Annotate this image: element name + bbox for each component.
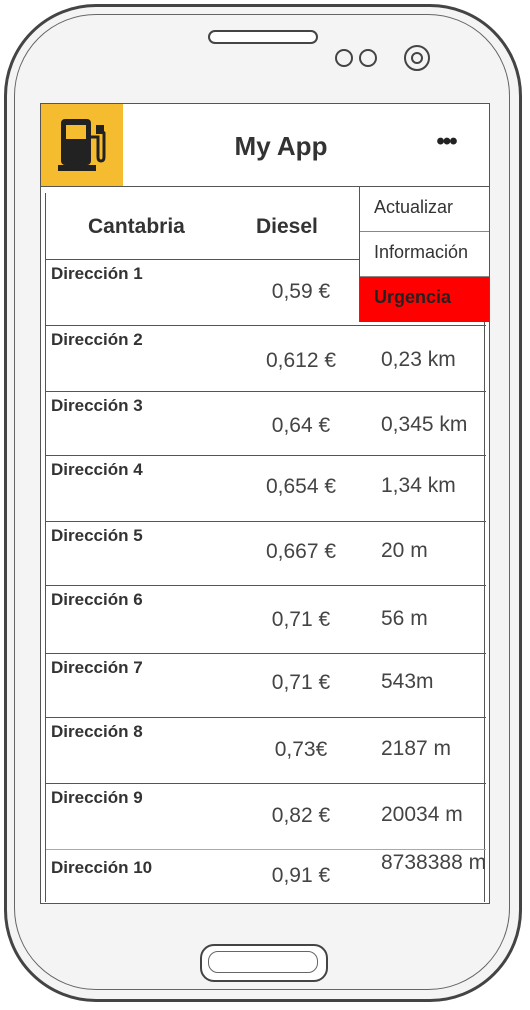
menu-item-informacion[interactable]: Información	[360, 232, 489, 277]
menu-item-urgencia[interactable]: Urgencia	[360, 277, 489, 322]
price-cell: 0,612 €	[265, 349, 337, 372]
table-row[interactable]: Dirección 6 0,71 € 56 m	[46, 585, 486, 653]
address-cell: Dirección 7	[51, 658, 143, 677]
table-row[interactable]: Dirección 2 0,612 € 0,23 km	[46, 325, 486, 391]
price-cell: 0,59 €	[271, 280, 331, 303]
distance-cell: 56 m	[381, 607, 428, 630]
address-cell: Dirección 2	[51, 330, 143, 349]
app-header: My App •••	[41, 104, 489, 187]
address-cell: Dirección 5	[51, 526, 143, 545]
front-camera-icon	[404, 45, 430, 71]
price-cell: 0,654 €	[265, 475, 337, 498]
price-cell: 0,91 €	[271, 864, 331, 887]
sensor-icon	[359, 49, 377, 67]
price-cell: 0,71 €	[271, 671, 331, 694]
address-cell: Dirección 8	[51, 722, 143, 741]
distance-cell: 20 m	[381, 539, 428, 562]
table-row[interactable]: Dirección 9 0,82 € 20034 m	[46, 783, 486, 849]
table-row[interactable]: Dirección 7 0,71 € 543m	[46, 653, 486, 717]
app-title: My App	[234, 131, 328, 161]
more-dots-icon[interactable]: •••	[429, 130, 463, 154]
column-header-fuel: Diesel	[256, 215, 318, 238]
table-row[interactable]: Dirección 5 0,667 € 20 m	[46, 521, 486, 585]
table-row[interactable]: Dirección 4 0,654 € 1,34 km	[46, 455, 486, 521]
address-cell: Dirección 9	[51, 788, 143, 807]
home-button[interactable]	[200, 944, 328, 982]
app-screen: My App ••• Cantabria Diesel Dirección 1 …	[40, 103, 490, 904]
menu-item-actualizar[interactable]: Actualizar	[360, 187, 489, 232]
fuel-pump-icon	[58, 119, 106, 171]
speaker-grille	[208, 30, 318, 44]
address-cell: Dirección 6	[51, 590, 143, 609]
table-row[interactable]: Dirección 10 0,91 € 8738388 m	[46, 849, 486, 902]
sensor-icon	[335, 49, 353, 67]
price-cell: 0,71 €	[271, 608, 331, 631]
distance-cell: 20034 m	[381, 803, 463, 826]
price-cell: 0,82 €	[271, 804, 331, 827]
table-row[interactable]: Dirección 8 0,73€ 2187 m	[46, 717, 486, 783]
distance-cell: 8738388 m	[381, 851, 487, 874]
table-row[interactable]: Dirección 3 0,64 € 0,345 km	[46, 391, 486, 455]
address-cell: Dirección 4	[51, 460, 143, 479]
address-cell: Dirección 1	[51, 264, 143, 283]
overflow-menu: Actualizar Información Urgencia	[359, 187, 489, 322]
address-cell: Dirección 3	[51, 396, 143, 415]
price-cell: 0,73€	[274, 738, 328, 761]
distance-cell: 543m	[381, 670, 434, 693]
address-cell: Dirección 10	[51, 858, 153, 877]
distance-cell: 2187 m	[381, 737, 452, 760]
distance-cell: 1,34 km	[381, 474, 456, 497]
distance-cell: 0,345 km	[381, 413, 468, 436]
price-cell: 0,667 €	[265, 540, 337, 563]
app-logo[interactable]	[41, 104, 123, 186]
column-header-region: Cantabria	[88, 215, 185, 238]
distance-cell: 0,23 km	[381, 348, 456, 371]
price-cell: 0,64 €	[271, 414, 331, 437]
